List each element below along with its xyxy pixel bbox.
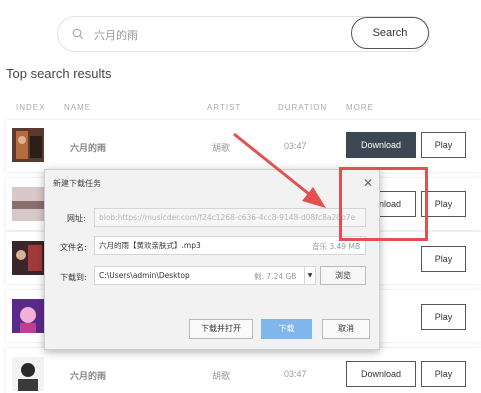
music-search-page: 六月的雨 Search Top search results INDEX NAM… — [0, 0, 481, 393]
annotation-arrow-icon — [233, 132, 326, 208]
